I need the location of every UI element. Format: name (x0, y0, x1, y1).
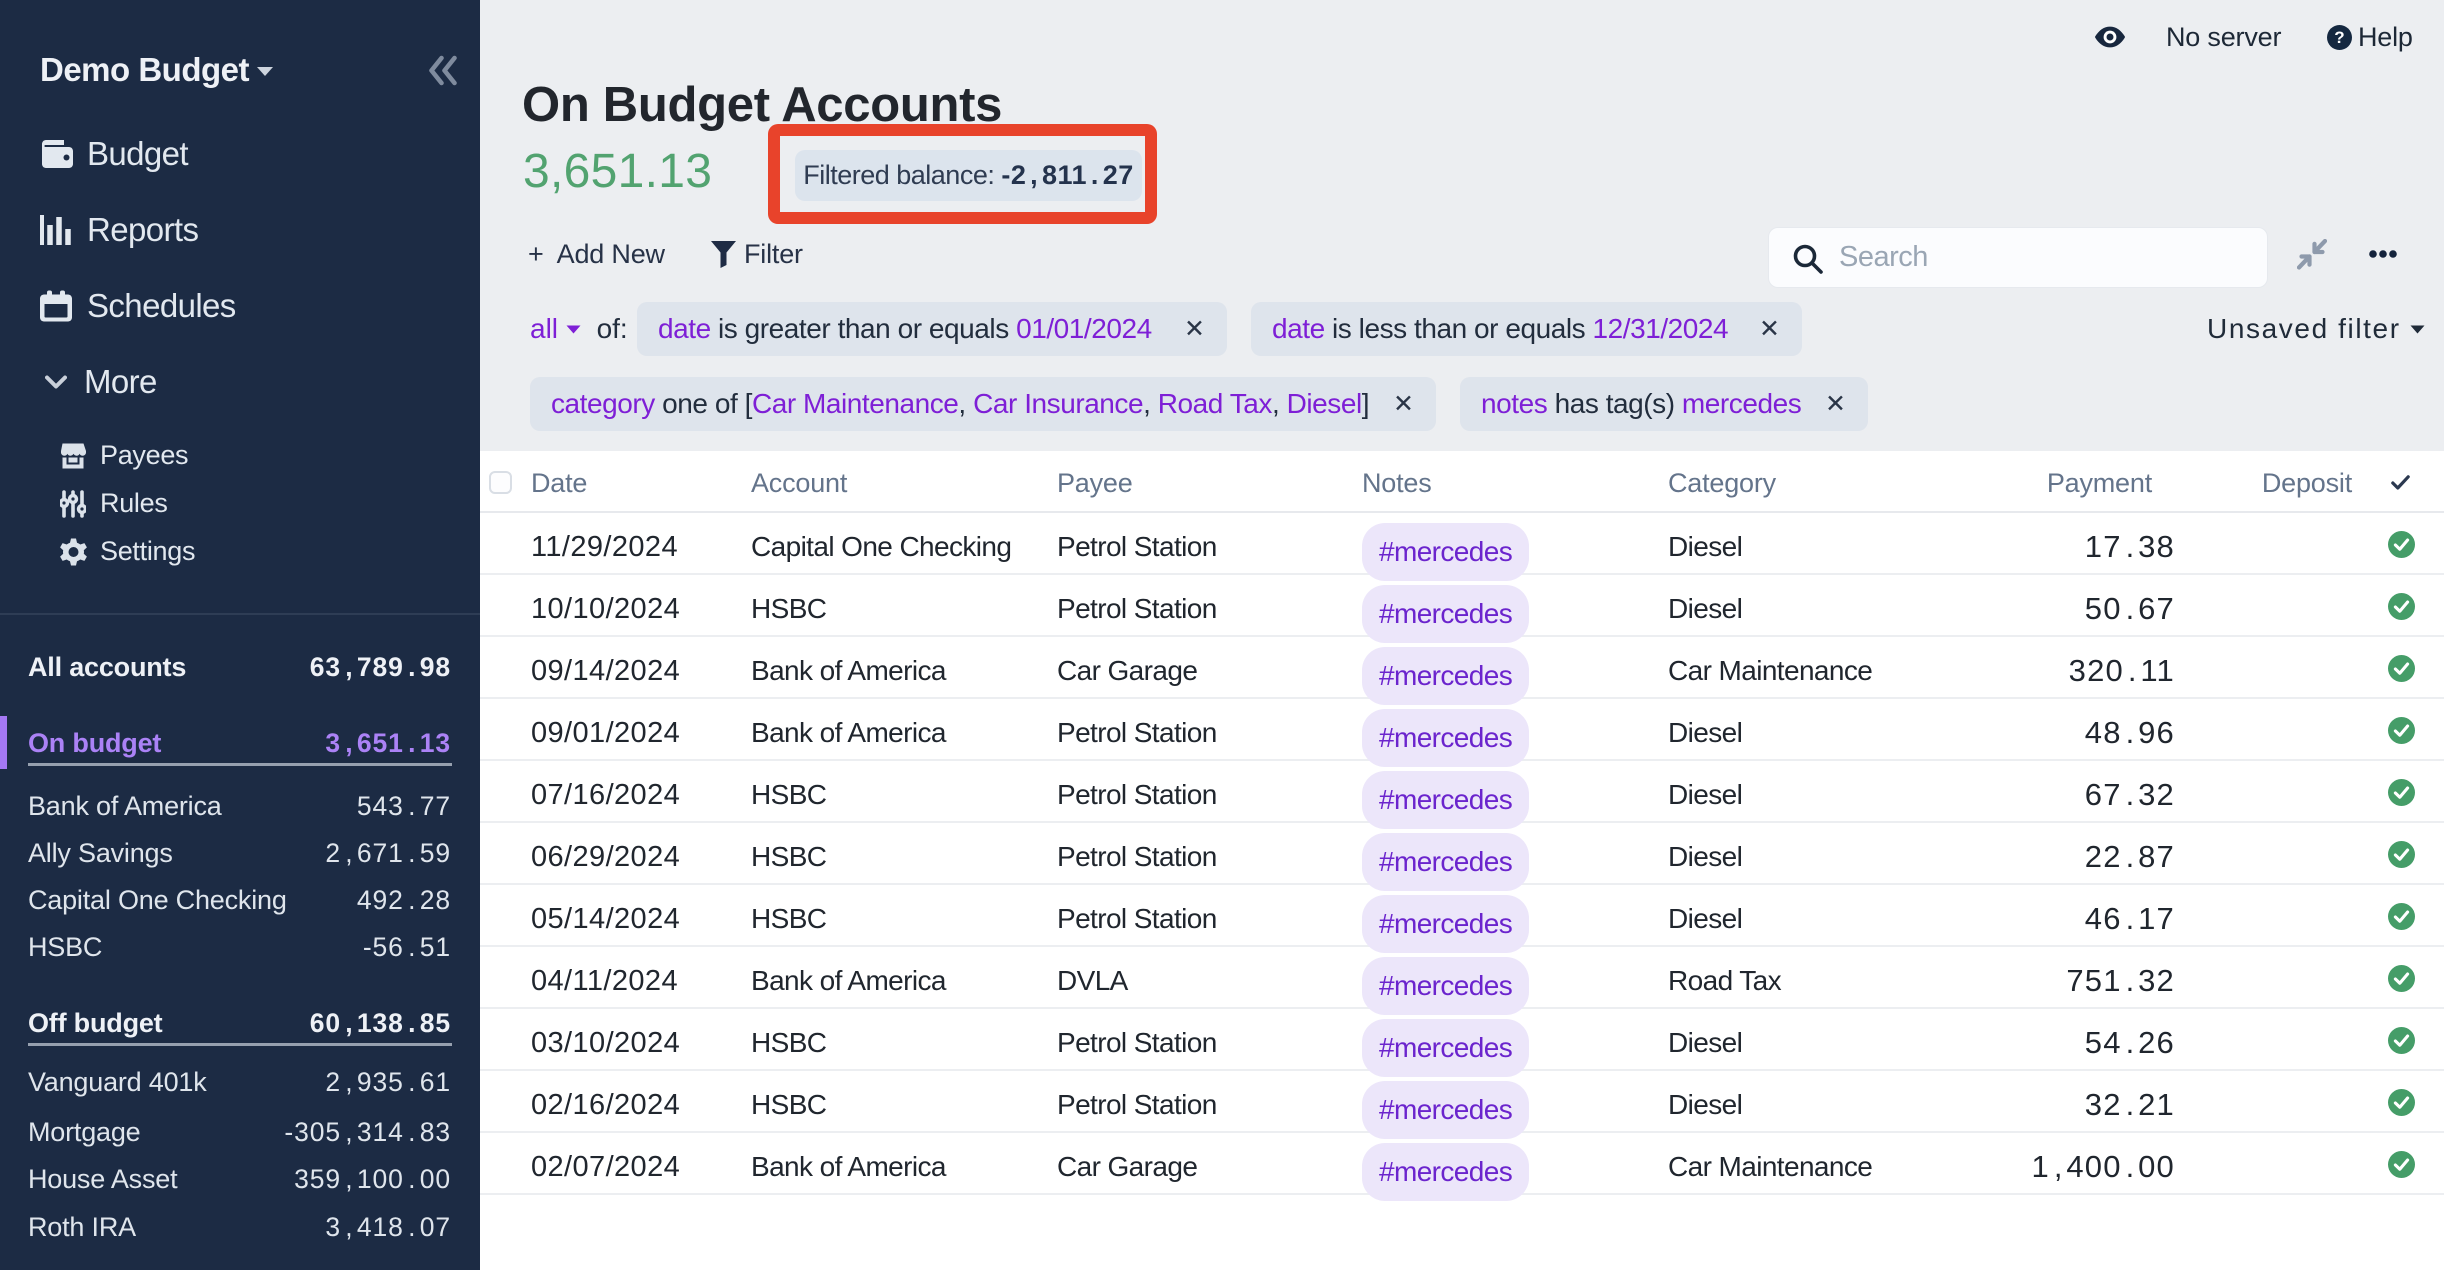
svg-text:?: ? (2334, 28, 2344, 47)
